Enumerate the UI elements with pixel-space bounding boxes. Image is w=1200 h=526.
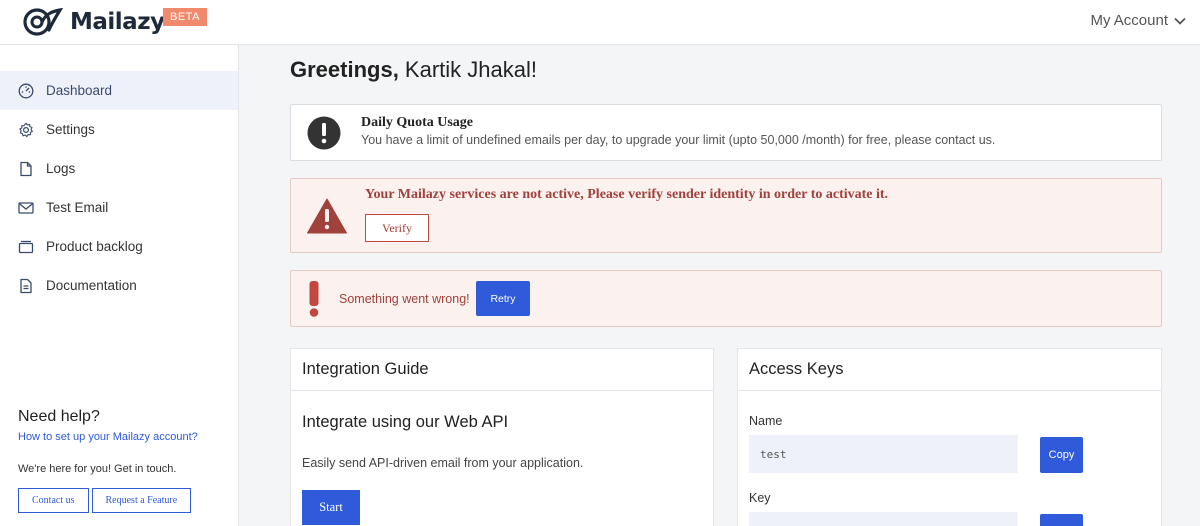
exclamation-icon — [309, 281, 319, 317]
error-text: Something went wrong! — [339, 292, 470, 306]
request-feature-button[interactable]: Request a Feature — [91, 488, 192, 513]
at-sign-logo-icon — [23, 7, 64, 36]
box-icon — [18, 239, 34, 255]
verification-alert: Your Mailazy services are not active, Pl… — [290, 178, 1162, 253]
logo[interactable]: Mailazy — [22, 6, 165, 38]
my-account-menu[interactable]: My Account — [1090, 12, 1186, 29]
sidebar-item-test-email[interactable]: Test Email — [0, 188, 238, 227]
integration-guide-title: Integration Guide — [291, 349, 713, 391]
file-text-icon — [18, 278, 34, 294]
greeting-prefix: Greetings, — [290, 57, 399, 82]
top-bar: Mailazy BETA My Account — [0, 0, 1200, 45]
access-keys-title: Access Keys — [738, 349, 1161, 391]
quota-title: Daily Quota Usage — [361, 115, 473, 130]
sidebar-item-dashboard[interactable]: Dashboard — [0, 71, 238, 110]
gear-icon — [18, 122, 34, 138]
access-keys-panel: Access Keys Name Copy Key — [737, 348, 1162, 526]
error-alert: Something went wrong! Retry — [290, 270, 1162, 327]
quota-text: You have a limit of undefined emails per… — [361, 133, 996, 147]
dashboard-icon — [18, 83, 34, 99]
sidebar-item-label: Settings — [46, 122, 95, 137]
integration-guide-panel: Integration Guide Integrate using our We… — [290, 348, 714, 526]
chevron-down-icon — [1174, 17, 1186, 25]
sidebar-item-product-backlog[interactable]: Product backlog — [0, 227, 238, 266]
name-label: Name — [749, 414, 783, 428]
logo-text: Mailazy — [70, 9, 165, 35]
setup-guide-link[interactable]: How to set up your Mailazy account? — [18, 431, 228, 443]
integration-subtitle: Integrate using our Web API — [302, 413, 509, 431]
help-title: Need help? — [18, 408, 100, 425]
quota-card: Daily Quota Usage You have a limit of un… — [290, 104, 1162, 161]
sidebar-item-settings[interactable]: Settings — [0, 110, 238, 149]
envelope-icon — [18, 200, 34, 216]
start-button[interactable]: Start — [302, 490, 360, 525]
key-label: Key — [749, 491, 771, 505]
beta-badge: BETA — [163, 8, 207, 26]
page-title: Greetings, Kartik Jhakal! — [290, 57, 537, 83]
greeting-name: Kartik Jhakal! — [398, 57, 537, 82]
sidebar-item-label: Product backlog — [46, 239, 143, 254]
retry-button[interactable]: Retry — [476, 281, 530, 316]
help-buttons: Contact us Request a Feature — [18, 488, 228, 513]
copy-key-button[interactable] — [1040, 514, 1083, 526]
exclamation-circle-icon — [307, 116, 341, 150]
integration-text: Easily send API-driven email from your a… — [302, 456, 584, 470]
my-account-label: My Account — [1090, 12, 1168, 29]
sidebar-item-logs[interactable]: Logs — [0, 149, 238, 188]
verify-button[interactable]: Verify — [365, 214, 429, 242]
help-text: We're here for you! Get in touch. — [18, 463, 177, 475]
warning-triangle-icon — [307, 198, 347, 234]
sidebar-item-label: Documentation — [46, 278, 137, 293]
sidebar-item-label: Test Email — [46, 200, 109, 215]
sidebar-item-label: Dashboard — [46, 83, 113, 98]
alert-title: Your Mailazy services are not active, Pl… — [365, 187, 889, 202]
contact-us-button[interactable]: Contact us — [18, 488, 89, 513]
name-field[interactable] — [749, 435, 1018, 473]
document-icon — [18, 161, 34, 177]
key-field[interactable] — [749, 512, 1018, 526]
sidebar-item-label: Logs — [46, 161, 76, 176]
help-section: Need help? How to set up your Mailazy ac… — [18, 408, 228, 513]
copy-name-button[interactable]: Copy — [1040, 437, 1083, 473]
sidebar-item-documentation[interactable]: Documentation — [0, 266, 238, 305]
sidebar: Dashboard Settings Logs Test Email Produ… — [0, 45, 239, 526]
